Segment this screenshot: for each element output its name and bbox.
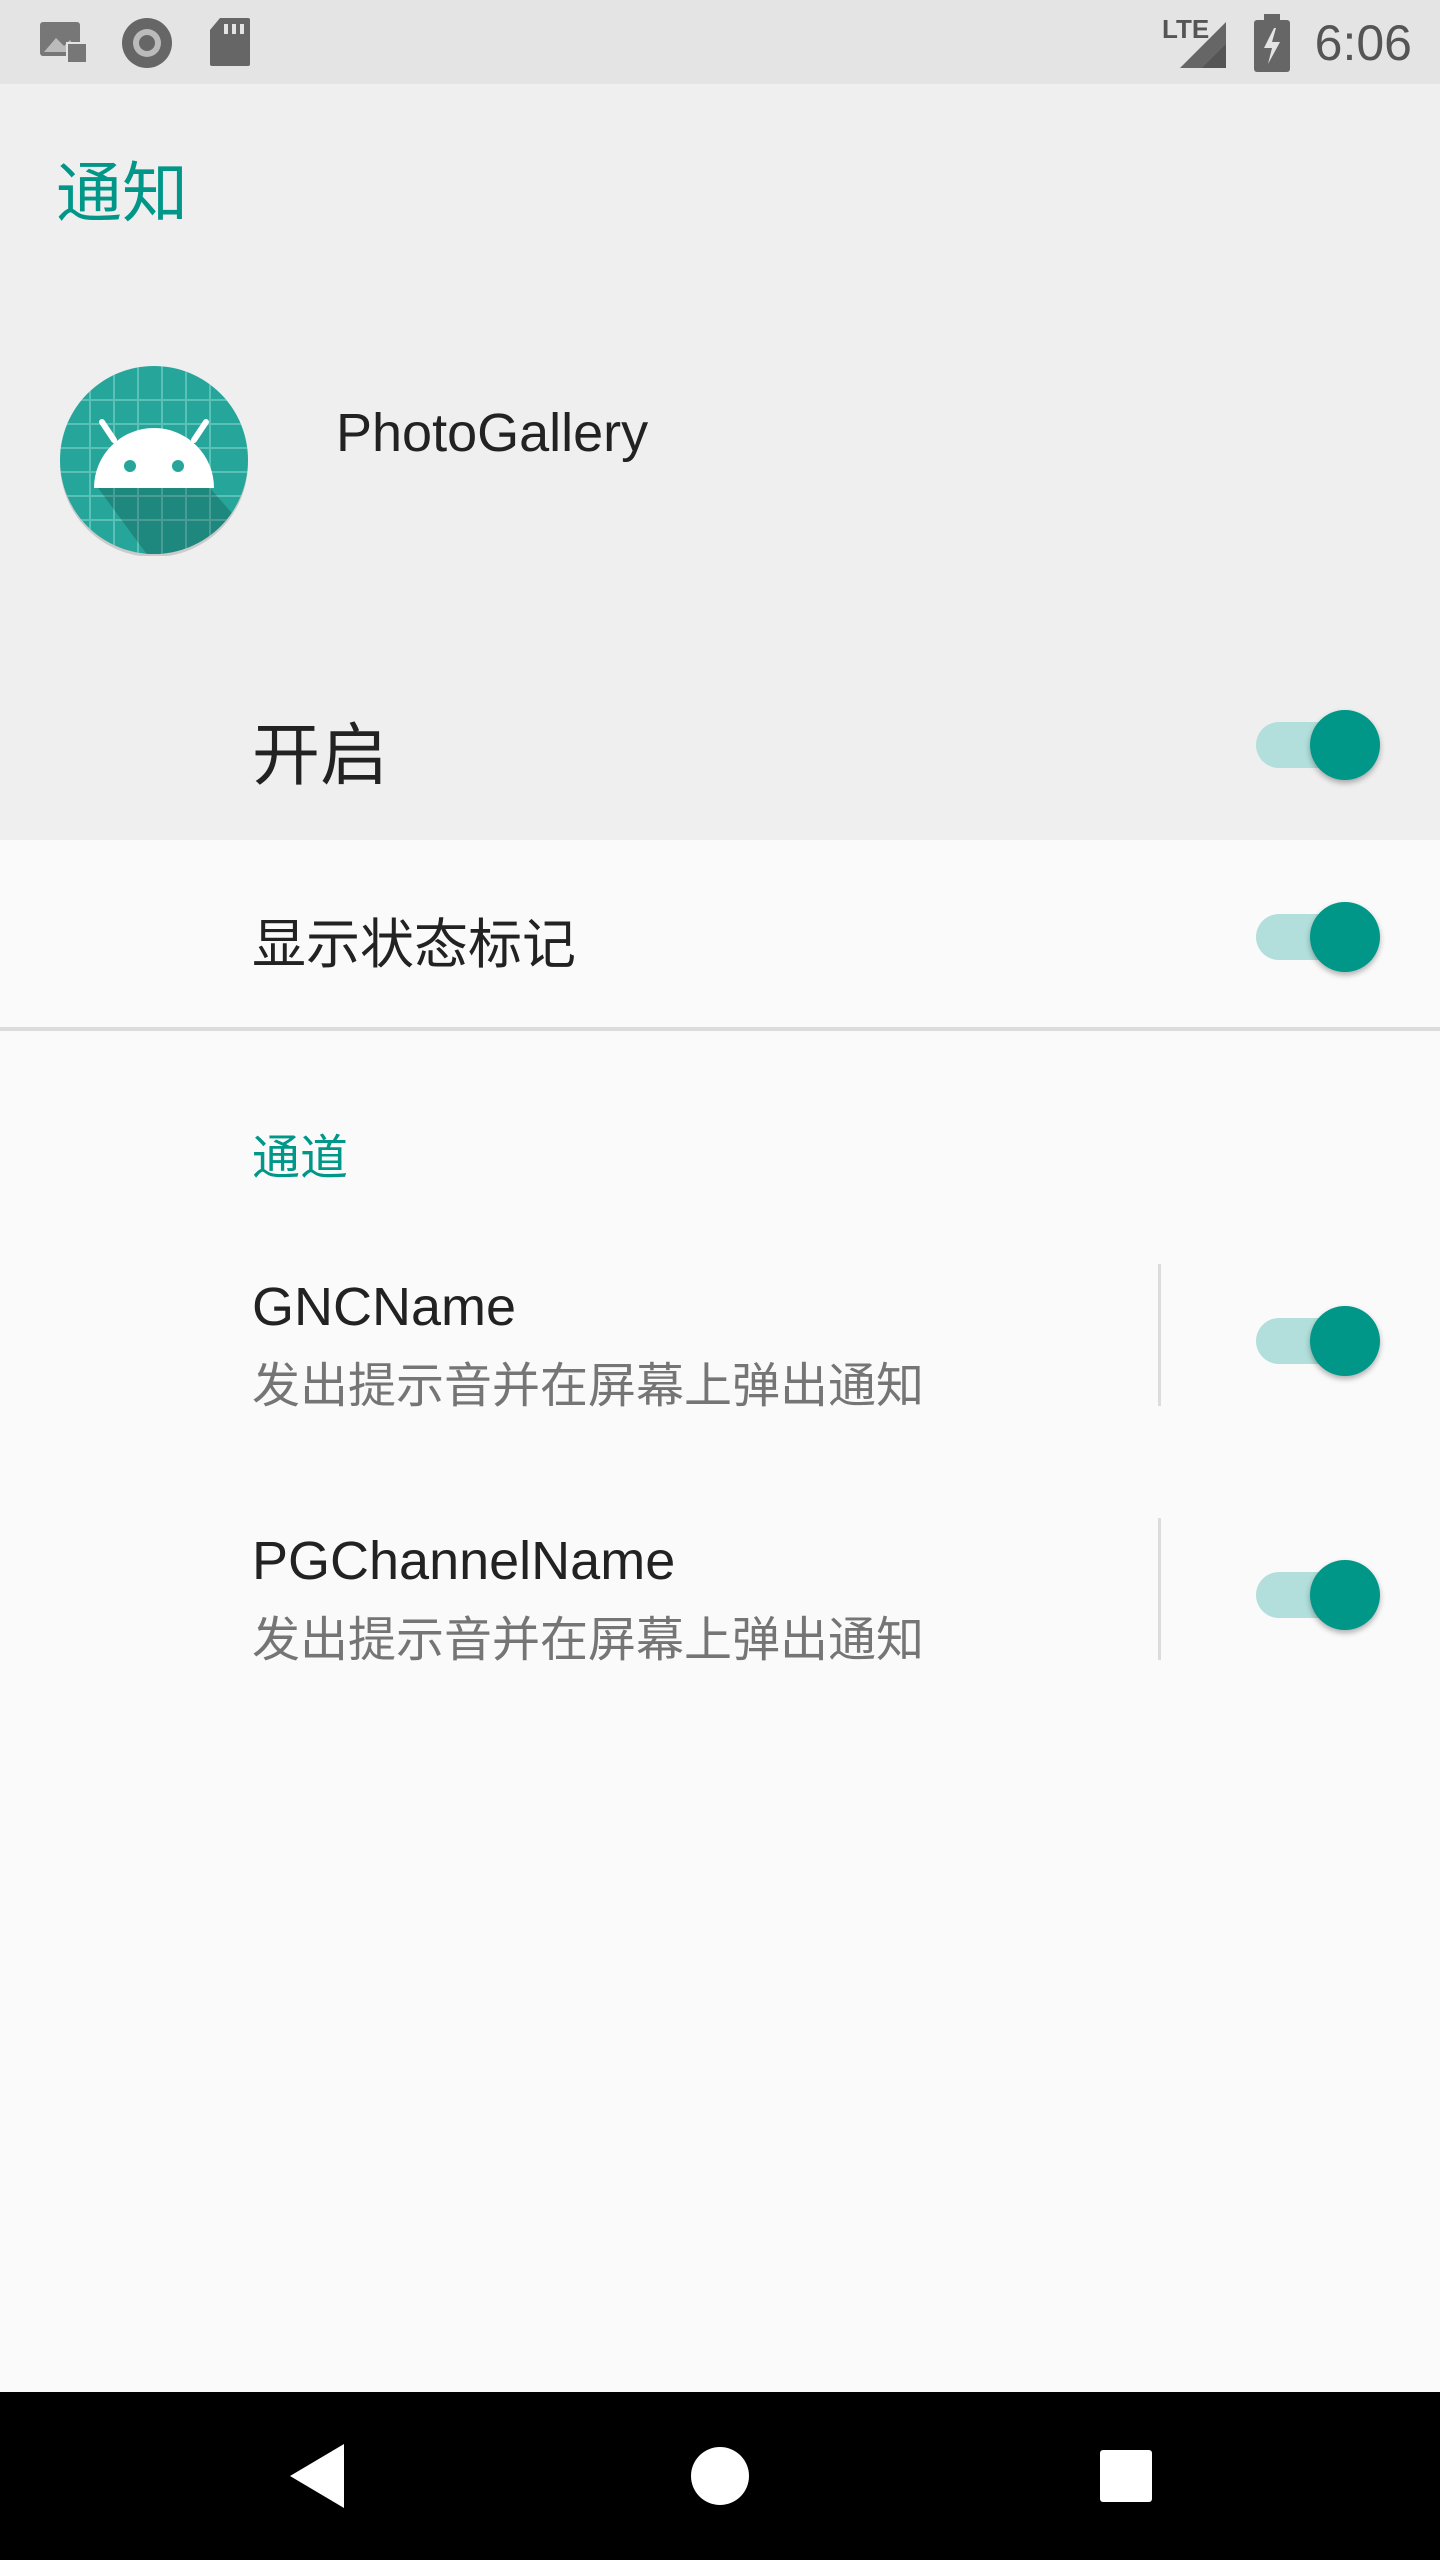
page-title: 通知	[56, 155, 188, 232]
app-name: PhotoGallery	[336, 403, 649, 463]
recents-icon[interactable]	[1046, 2392, 1206, 2560]
show-badge-label: 显示状态标记	[252, 913, 576, 976]
toggle-thumb	[1310, 1560, 1380, 1630]
status-bar: LTE 6:06	[0, 0, 1440, 84]
clock-time: 6:06	[1314, 15, 1412, 71]
channel-toggle-gncname[interactable]	[1254, 1298, 1384, 1378]
sync-circle-icon	[122, 18, 172, 68]
channel-description: 发出提示音并在屏幕上弹出通知	[252, 1358, 925, 1414]
android-robot-icon[interactable]	[58, 364, 250, 556]
home-icon[interactable]	[640, 2392, 800, 2560]
channel-separator	[1158, 1264, 1161, 1406]
channel-separator	[1158, 1518, 1161, 1660]
channel-name: PGChannelName	[252, 1531, 676, 1591]
channel-name: GNCName	[252, 1277, 517, 1337]
image-icon	[40, 22, 88, 64]
enable-notifications-toggle[interactable]	[1254, 702, 1384, 782]
battery-charging-icon	[1254, 14, 1290, 72]
channel-toggle-pgchannelname[interactable]	[1254, 1552, 1384, 1632]
toggle-thumb	[1310, 1306, 1380, 1376]
channel-description: 发出提示音并在屏幕上弹出通知	[252, 1612, 925, 1668]
section-divider	[0, 1027, 1440, 1031]
back-icon[interactable]	[236, 2392, 396, 2560]
sd-card-icon	[210, 18, 250, 66]
channels-section-title: 通道	[252, 1130, 349, 1186]
enable-notifications-row[interactable]	[0, 680, 1440, 840]
signal-icon	[1180, 22, 1226, 68]
show-badge-toggle[interactable]	[1254, 894, 1384, 974]
toggle-thumb	[1310, 710, 1380, 780]
navigation-bar	[0, 2392, 1440, 2560]
toggle-thumb	[1310, 902, 1380, 972]
enable-notifications-label: 开启	[252, 717, 389, 796]
